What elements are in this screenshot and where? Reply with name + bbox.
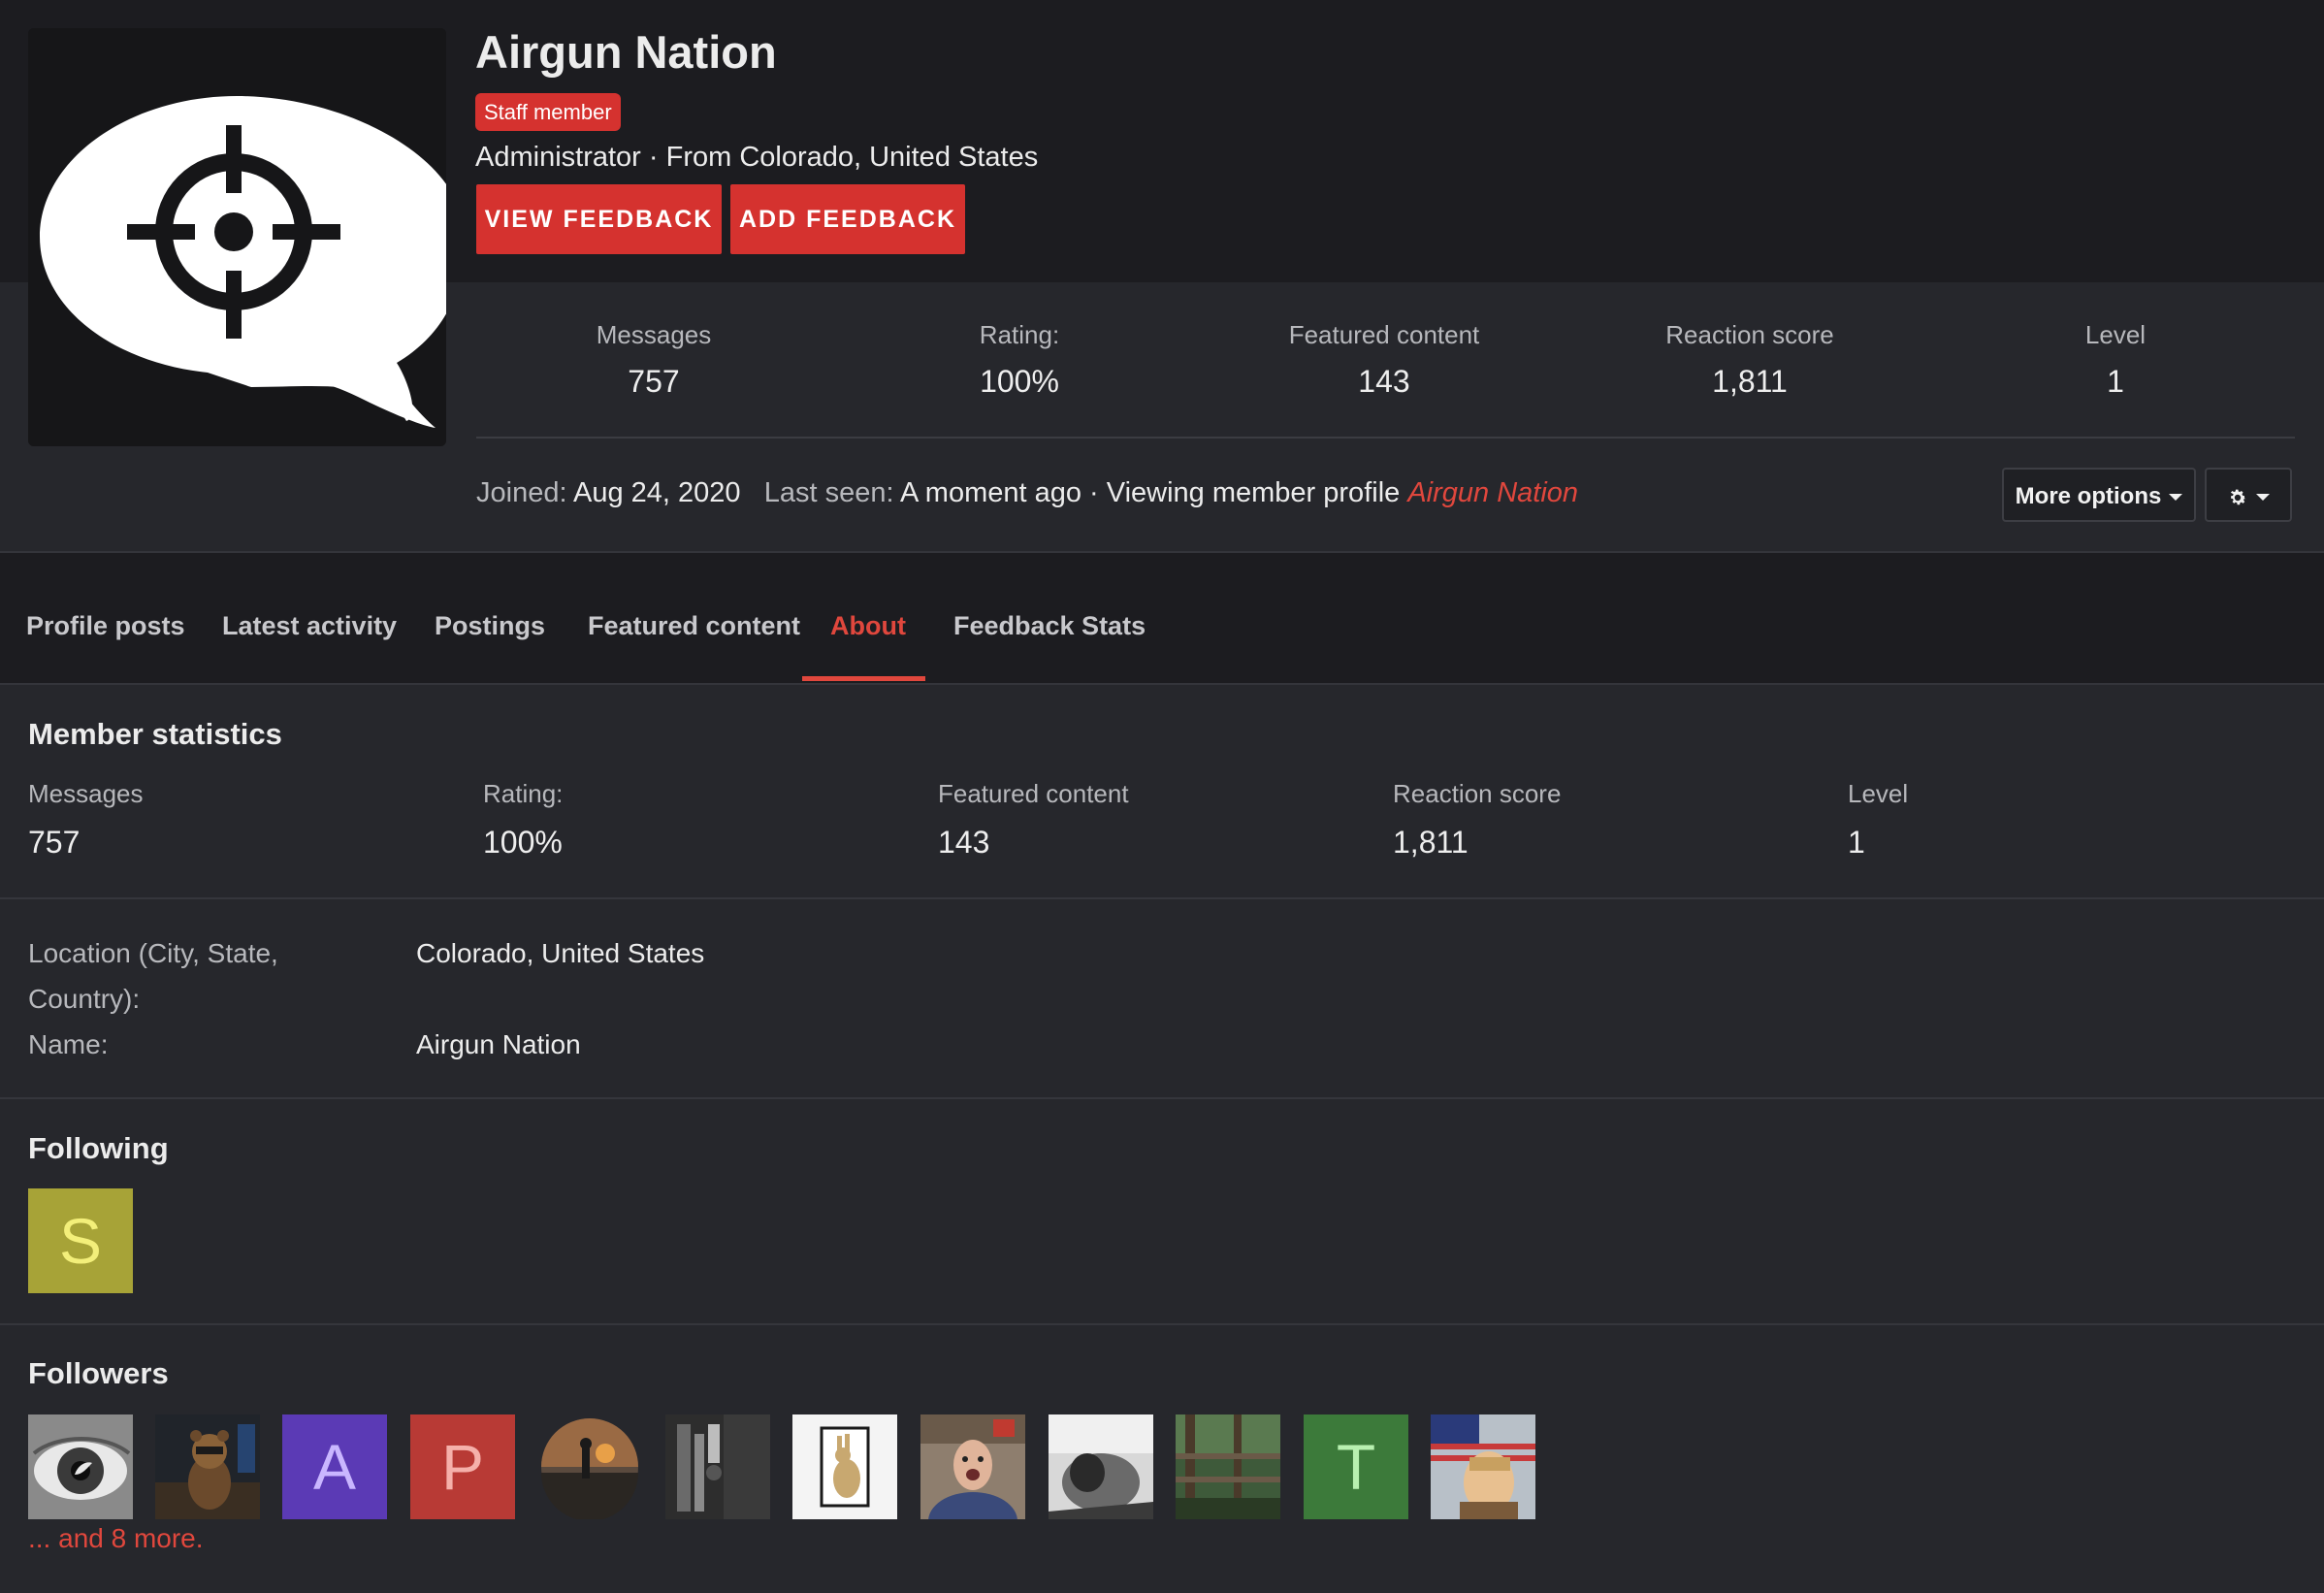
stat-label: Rating: — [979, 320, 1060, 349]
settings-dropdown-button[interactable] — [2205, 468, 2292, 522]
member-stat-label: Reaction score — [1393, 779, 1562, 808]
following-avatar-s[interactable]: S — [28, 1188, 133, 1293]
stat-featured-content[interactable]: Featured content 143 — [1229, 320, 1539, 400]
stat-label: Featured content — [1288, 320, 1480, 349]
divider — [476, 437, 2295, 439]
rifle-case-photo-icon — [665, 1414, 770, 1519]
eye-photo-icon — [28, 1414, 133, 1519]
joined-date: Aug 24, 2020 — [572, 477, 741, 508]
tab-about[interactable]: About — [830, 611, 906, 641]
member-stat-level: Level 1 — [1848, 779, 1908, 861]
person-selfie-photo-icon — [920, 1414, 1025, 1519]
tab-latest-activity[interactable]: Latest activity — [222, 611, 397, 641]
last-seen-value: A moment ago · Viewing member profile — [900, 477, 1401, 508]
stat-level: Level 1 — [1960, 320, 2271, 400]
member-stat-featured-content[interactable]: Featured content 143 — [938, 779, 1129, 861]
stat-label: Messages — [596, 320, 712, 349]
rabbit-target-photo-icon — [792, 1414, 897, 1519]
flag-person-photo-icon — [1431, 1414, 1535, 1519]
name-label: Name: — [28, 1029, 109, 1059]
tab-featured-content[interactable]: Featured content — [588, 611, 800, 641]
stat-rating: Rating: 100% — [864, 320, 1175, 400]
member-name: Airgun Nation — [475, 26, 777, 78]
followers-title: Followers — [28, 1356, 169, 1390]
stat-label: Level — [2084, 320, 2146, 349]
forest-fence-photo-icon — [1176, 1414, 1280, 1519]
caret-down-icon — [2169, 494, 2183, 502]
gear-icon — [2230, 489, 2246, 504]
member-stat-reaction-score[interactable]: Reaction score 1,811 — [1393, 779, 1561, 861]
follower-avatar[interactable] — [537, 1414, 642, 1519]
member-stat-messages[interactable]: Messages 757 — [28, 779, 144, 861]
following-title: Following — [28, 1131, 169, 1165]
member-stat-value: 757 — [28, 825, 81, 860]
stat-value: 143 — [1358, 364, 1410, 399]
tab-postings[interactable]: Postings — [435, 611, 545, 641]
follower-avatar[interactable] — [1049, 1414, 1153, 1519]
follower-avatar[interactable] — [920, 1414, 1025, 1519]
staff-badge: Staff member — [475, 93, 621, 131]
stat-messages[interactable]: Messages 757 — [499, 320, 809, 400]
member-stat-value: 1 — [1848, 825, 1865, 860]
more-options-button[interactable]: More options — [2002, 468, 2196, 522]
stat-value: 100% — [980, 364, 1059, 399]
member-statistics-title: Member statistics — [28, 717, 282, 751]
view-feedback-button[interactable]: VIEW FEEDBACK — [476, 184, 722, 254]
divider — [0, 1097, 2324, 1099]
bw-photo-icon — [1049, 1414, 1153, 1519]
follower-avatar[interactable] — [792, 1414, 897, 1519]
followers-more-link[interactable]: ... and 8 more. — [28, 1523, 204, 1554]
divider — [0, 897, 2324, 899]
follower-avatar[interactable] — [28, 1414, 133, 1519]
caret-down-icon — [2256, 494, 2270, 502]
tab-profile-posts[interactable]: Profile posts — [26, 611, 185, 641]
stat-reaction-score[interactable]: Reaction score 1,811 — [1595, 320, 1905, 400]
location-label-line-2: Country): — [28, 984, 141, 1014]
tab-feedback-stats[interactable]: Feedback Stats — [953, 611, 1146, 641]
follower-avatar-a[interactable]: A — [282, 1414, 387, 1519]
last-seen-link[interactable]: Airgun Nation — [1407, 477, 1578, 508]
crosshair-speech-bubble-icon — [28, 28, 446, 446]
location-label-line-1: Location (City, State, — [28, 938, 278, 968]
member-stat-label: Rating: — [483, 779, 564, 808]
location-value: Colorado, United States — [416, 938, 705, 968]
name-value: Airgun Nation — [416, 1029, 581, 1059]
joined-last-seen: Joined: Aug 24, 2020 Last seen: A moment… — [476, 477, 1578, 509]
stat-value: 757 — [628, 364, 680, 399]
follower-avatar[interactable] — [155, 1414, 260, 1519]
stat-value: 1 — [2107, 364, 2124, 399]
member-stat-label: Level — [1848, 779, 1909, 808]
more-options-label: More options — [2015, 483, 2162, 509]
divider — [0, 1323, 2324, 1325]
stat-value: 1,811 — [1712, 364, 1788, 399]
member-stat-label: Messages — [28, 779, 144, 808]
follower-avatar-p[interactable]: P — [410, 1414, 515, 1519]
silhouette-sunset-photo-icon — [537, 1414, 642, 1519]
member-stat-value: 143 — [938, 825, 990, 860]
member-title-location: Administrator · From Colorado, United St… — [475, 142, 1039, 173]
last-seen-label: Last seen: — [763, 477, 894, 508]
follower-avatar-t[interactable]: T — [1304, 1414, 1408, 1519]
member-stat-value: 100% — [483, 825, 563, 860]
member-stat-rating: Rating: 100% — [483, 779, 563, 861]
raccoon-photo-icon — [155, 1414, 260, 1519]
active-tab-indicator — [802, 676, 925, 681]
follower-avatar[interactable] — [665, 1414, 770, 1519]
add-feedback-button[interactable]: ADD FEEDBACK — [730, 184, 965, 254]
follower-avatar[interactable] — [1176, 1414, 1280, 1519]
stat-label: Reaction score — [1665, 320, 1834, 349]
member-stat-label: Featured content — [938, 779, 1129, 808]
joined-label: Joined: — [476, 477, 567, 508]
follower-avatar[interactable] — [1431, 1414, 1535, 1519]
profile-avatar[interactable] — [28, 28, 446, 446]
member-stat-value: 1,811 — [1393, 825, 1469, 860]
